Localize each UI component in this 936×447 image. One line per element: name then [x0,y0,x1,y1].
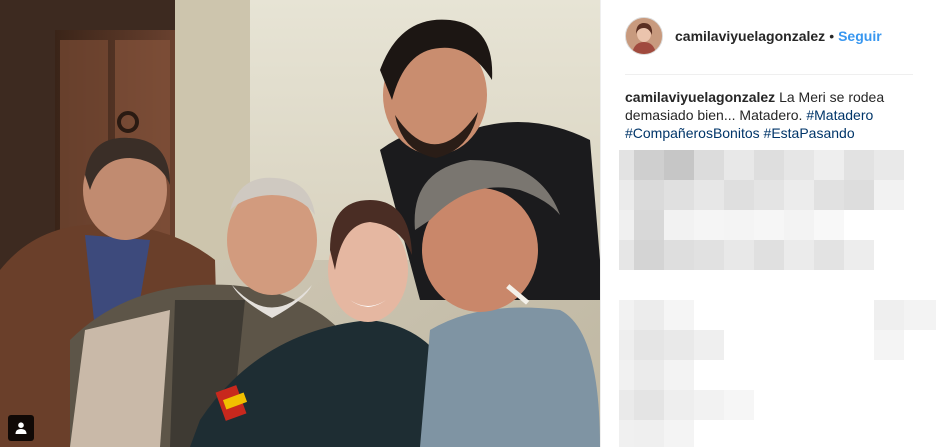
header-divider [625,74,913,75]
separator-dot: • [829,28,835,44]
post-caption: camilaviyuelagonzalez La Meri se rodea d… [625,88,915,142]
group-selfie-image [0,0,600,447]
avatar-image [626,18,662,54]
user-tag-icon [15,422,27,434]
follow-button[interactable]: Seguir [838,28,882,44]
hashtag-link[interactable]: #EstaPasando [764,125,855,141]
pixelated-comments [619,150,936,447]
caption-username-link[interactable]: camilaviyuelagonzalez [625,89,775,105]
post-header: camilaviyuelagonzalez • Seguir [625,14,925,58]
pixelation-mosaic [619,150,936,447]
hashtag-link[interactable]: #Matadero [806,107,873,123]
user-tag-button[interactable] [8,415,34,441]
avatar[interactable] [625,17,663,55]
username-link[interactable]: camilaviyuelagonzalez [675,28,825,44]
hashtag-link[interactable]: #CompañerosBonitos [625,125,760,141]
post-photo[interactable] [0,0,600,447]
post-side-panel: camilaviyuelagonzalez • Seguir camilaviy… [600,0,936,447]
